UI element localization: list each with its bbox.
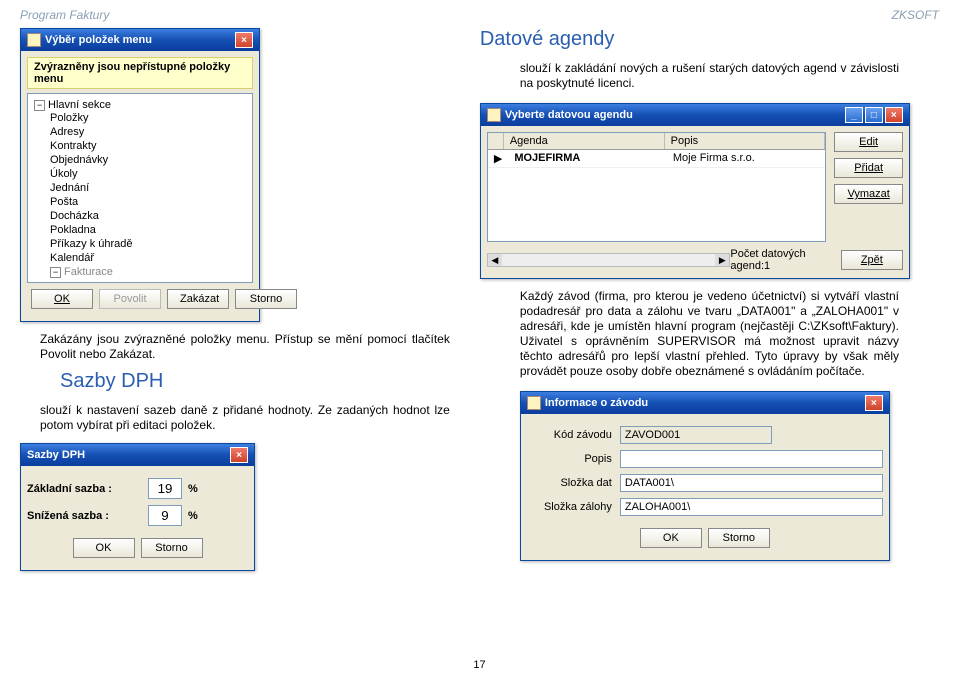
window-icon [27,33,41,47]
zal-input[interactable] [620,498,883,516]
popis-input[interactable] [620,450,883,468]
popis-label: Popis [527,453,612,465]
kod-label: Kód závodu [527,429,612,441]
window-title: Vyberte datovou agendu [505,109,633,121]
zal-label: Složka zálohy [527,501,612,513]
window-icon [487,108,501,122]
agendy-heading: Datové agendy [480,28,939,51]
kod-input [620,426,772,444]
vymazat-button[interactable]: Vymazat [834,184,902,204]
close-icon[interactable]: × [235,32,253,48]
close-icon[interactable]: × [865,395,883,411]
dat-label: Složka dat [527,477,612,489]
storno-button[interactable]: Storno [708,528,770,548]
tree-item[interactable]: Kalendář [50,251,246,265]
scroll-right-icon[interactable]: ▶ [715,254,729,266]
horizontal-scrollbar[interactable]: ◀ ▶ [487,253,731,267]
pridat-button[interactable]: Přidat [834,158,902,178]
zakaz-paragraph: Zakázány jsou zvýrazněné položky menu. P… [40,332,450,362]
ok-button[interactable]: OK [73,538,135,558]
zakazat-button[interactable]: Zakázat [167,289,229,309]
button-row: OK Povolit Zakázat Storno [27,283,253,315]
zavod-window: Informace o závodu × Kód závodu Popis Sl… [520,391,890,561]
window-title: Výběr položek menu [45,34,152,46]
header-left: Program Faktury [20,8,109,22]
tree-item[interactable]: Adresy [50,125,246,139]
percent-label: % [188,510,198,522]
tree-item[interactable]: Docházka [50,209,246,223]
sazby-dialog: Sazby DPH × Základní sazba : % Snížená s… [20,443,255,571]
tree-item[interactable]: Položky [50,111,246,125]
page-number: 17 [0,659,959,671]
ok-button[interactable]: OK [31,289,93,309]
col-agenda[interactable]: Agenda [504,133,665,149]
titlebar: Sazby DPH × [21,444,254,466]
zakladni-label: Základní sazba : [27,483,142,495]
tree-sub[interactable]: Fakturace [64,266,113,278]
percent-label: % [188,483,198,495]
edit-button[interactable]: Edit [834,132,902,152]
window-title: Informace o závodu [545,397,648,409]
storno-button[interactable]: Storno [235,289,297,309]
tree-item[interactable]: Pokladna [50,223,246,237]
titlebar: Vyberte datovou agendu _ □ × [481,104,909,126]
agenda-count: Počet datových agend:1 [730,248,840,272]
header-right: ZKSOFT [892,8,939,22]
tree-root[interactable]: Hlavní sekce [48,99,111,111]
collapse-icon[interactable]: − [34,100,45,111]
povolit-button[interactable]: Povolit [99,289,161,309]
agenda-table[interactable]: Agenda Popis ▶ MOJEFIRMA Moje Firma s.r.… [487,132,827,242]
sazby-heading: Sazby DPH [60,370,450,393]
hint-bar: Zvýrazněny jsou nepřístupné položky menu [27,57,253,89]
zpet-button[interactable]: Zpět [841,250,903,270]
window-title: Sazby DPH [27,449,85,461]
tree-item[interactable]: Příkazy k úhradě [50,237,246,251]
agendy-paragraph: slouží k zakládání nových a rušení starý… [520,61,899,91]
tree-item[interactable]: Kontrakty [50,139,246,153]
agenda-window: Vyberte datovou agendu _ □ × Agenda Popi… [480,103,910,279]
tree-item[interactable]: Úkoly [50,167,246,181]
menu-selection-window: Výběr položek menu × Zvýrazněny jsou nep… [20,28,260,322]
collapse-icon[interactable]: − [50,267,61,278]
row-pointer-icon: ▶ [488,150,508,167]
zavod-paragraph: Každý závod (firma, pro kterou je vedeno… [520,289,899,379]
scroll-left-icon[interactable]: ◀ [488,254,502,266]
titlebar: Informace o závodu × [521,392,889,414]
table-row[interactable]: ▶ MOJEFIRMA Moje Firma s.r.o. [488,150,826,168]
snizena-input[interactable] [148,505,182,526]
storno-button[interactable]: Storno [141,538,203,558]
close-icon[interactable]: × [885,107,903,123]
sazby-paragraph: slouží k nastavení sazeb daně z přidané … [40,403,450,433]
maximize-icon[interactable]: □ [865,107,883,123]
snizena-label: Snížená sazba : [27,510,142,522]
cell-agenda: MOJEFIRMA [508,150,667,167]
minimize-icon[interactable]: _ [845,107,863,123]
zakladni-input[interactable] [148,478,182,499]
tree-item[interactable]: Jednání [50,181,246,195]
col-popis[interactable]: Popis [665,133,826,149]
cell-popis: Moje Firma s.r.o. [667,150,826,167]
titlebar: Výběr položek menu × [21,29,259,51]
ok-button[interactable]: OK [640,528,702,548]
window-icon [527,396,541,410]
tree-item[interactable]: Objednávky [50,153,246,167]
page-header: Program Faktury ZKSOFT [20,8,939,22]
dat-input[interactable] [620,474,883,492]
menu-tree[interactable]: −Hlavní sekce Položky Adresy Kontrakty O… [27,93,253,283]
close-icon[interactable]: × [230,447,248,463]
tree-item[interactable]: Pošta [50,195,246,209]
